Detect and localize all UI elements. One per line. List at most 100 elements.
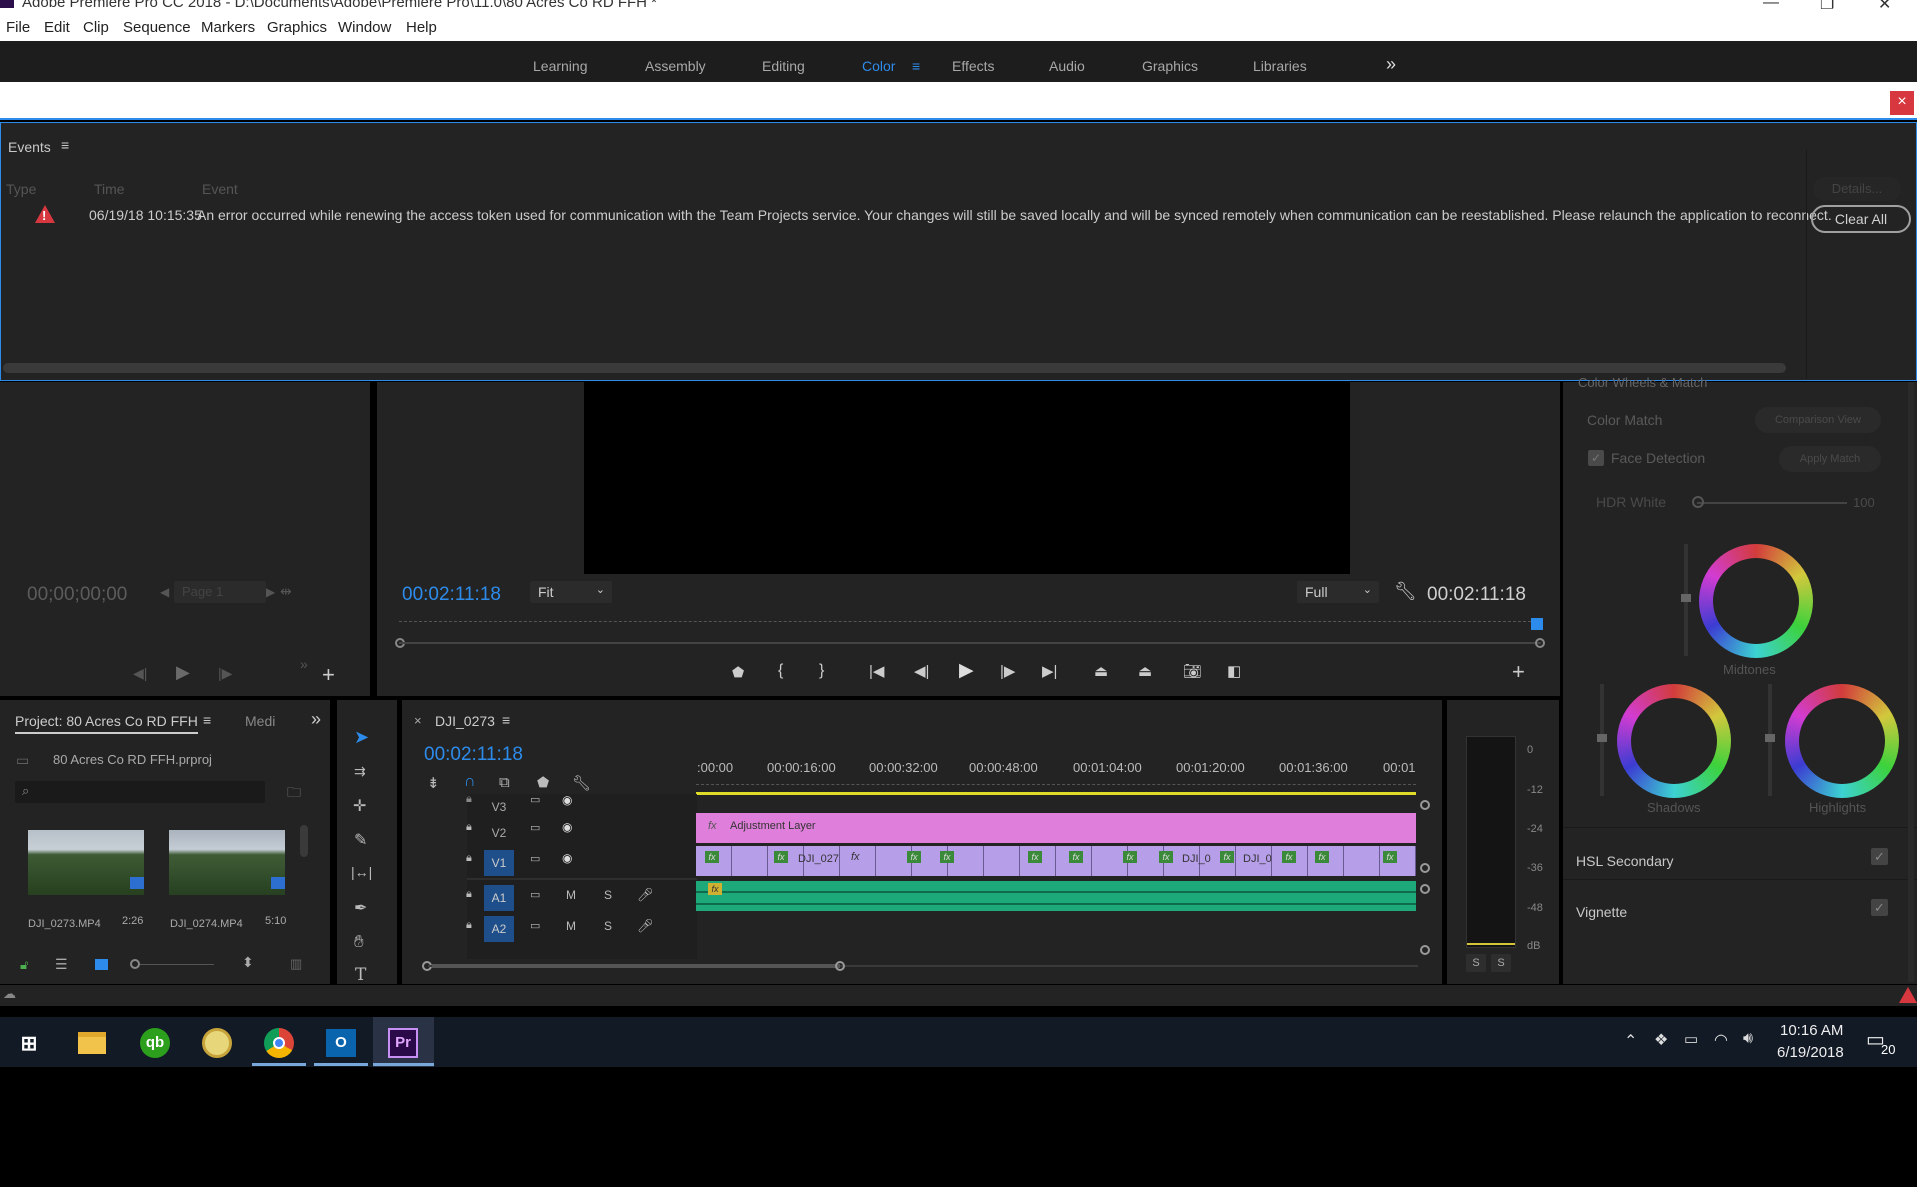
scrub-end-handle[interactable] bbox=[1535, 638, 1545, 648]
track-v1[interactable]: V1 bbox=[484, 850, 514, 876]
program-timecode-left[interactable]: 00:02:11:18 bbox=[402, 584, 501, 606]
source-step-back-icon[interactable]: ◀| bbox=[133, 665, 147, 682]
lock-icon[interactable]: 🔒︎ bbox=[466, 821, 472, 834]
zoom-slider-handle[interactable] bbox=[130, 959, 140, 969]
cloud-sync-icon[interactable]: ☁ bbox=[3, 986, 16, 1002]
hsl-secondary-section[interactable]: HSL Secondary bbox=[1576, 853, 1674, 869]
event-row[interactable]: 06/19/18 10:15:35 An error occurred whil… bbox=[1, 203, 1832, 225]
new-bin-icon[interactable]: 🗀︎ bbox=[287, 782, 301, 806]
ripple-edit-tool-icon[interactable]: ✛ bbox=[353, 796, 366, 816]
menu-window[interactable]: Window bbox=[338, 19, 391, 36]
wifi-icon[interactable]: ◠ bbox=[1714, 1030, 1728, 1050]
mute-button[interactable]: M bbox=[566, 919, 576, 933]
lock-icon[interactable]: 🔒︎ bbox=[466, 852, 472, 865]
solo-button[interactable]: S bbox=[604, 919, 612, 933]
timeline-timecode[interactable]: 00:02:11:18 bbox=[424, 744, 523, 766]
hsl-secondary-checkbox[interactable]: ✓ bbox=[1871, 848, 1888, 865]
toggle-sync-icon[interactable]: ▭ bbox=[530, 852, 540, 865]
program-add-button-icon[interactable]: + bbox=[1512, 659, 1525, 685]
midtones-slider-handle[interactable] bbox=[1681, 594, 1691, 602]
page-next-icon[interactable]: ▶ bbox=[266, 585, 275, 599]
clip-thumbnail[interactable] bbox=[169, 830, 285, 895]
source-add-button-icon[interactable]: + bbox=[322, 662, 335, 688]
vignette-section[interactable]: Vignette bbox=[1576, 904, 1627, 920]
comparison-view-icon[interactable]: ◧ bbox=[1227, 662, 1241, 680]
mute-button[interactable]: M bbox=[566, 888, 576, 902]
battery-icon[interactable]: ▭ bbox=[1684, 1030, 1698, 1048]
midtones-wheel[interactable] bbox=[1699, 544, 1813, 658]
v1-clips[interactable]: fx fx DJI_027 fx fx fx fx fx fx fx DJI_0… bbox=[696, 846, 1416, 876]
menu-graphics[interactable]: Graphics bbox=[267, 19, 327, 36]
track-v2[interactable]: V2 bbox=[479, 820, 519, 846]
clip-thumbnail[interactable] bbox=[28, 830, 144, 895]
lumetri-scrollbar[interactable] bbox=[1908, 382, 1914, 982]
snap-icon[interactable]: ∩ bbox=[464, 773, 476, 791]
media-browser-tab[interactable]: Medi bbox=[245, 713, 275, 729]
workspace-audio[interactable]: Audio bbox=[1049, 58, 1085, 74]
workspace-effects[interactable]: Effects bbox=[952, 58, 995, 74]
add-marker-icon[interactable]: ⬟ bbox=[732, 664, 744, 681]
premiere-pro-icon[interactable]: Pr bbox=[386, 1026, 420, 1060]
sequence-menu-icon[interactable]: ≡ bbox=[502, 712, 510, 728]
lock-icon[interactable]: 🔒︎ bbox=[466, 793, 472, 806]
microphone-icon[interactable]: 🎤︎ bbox=[637, 918, 654, 934]
color-wheels-section-title[interactable]: Color Wheels & Match bbox=[1578, 375, 1707, 390]
face-detection-checkbox[interactable]: ✓ bbox=[1588, 450, 1604, 466]
track-a2[interactable]: A2 bbox=[484, 916, 514, 942]
project-search-input[interactable] bbox=[15, 781, 265, 803]
go-to-in-icon[interactable]: |◀ bbox=[869, 662, 884, 680]
toggle-sync-icon[interactable]: ▭ bbox=[530, 919, 540, 932]
scrub-bar[interactable] bbox=[399, 642, 1541, 644]
automate-icon[interactable]: ▥ bbox=[290, 956, 302, 972]
extract-icon[interactable]: ⏏ bbox=[1138, 662, 1152, 680]
workspace-color[interactable]: Color bbox=[862, 58, 895, 74]
close-window-icon[interactable]: ✕ bbox=[1878, 0, 1891, 12]
camera-icon[interactable]: 📷︎ bbox=[1183, 662, 1202, 680]
clear-all-button[interactable]: Clear All bbox=[1811, 205, 1911, 233]
track-v3[interactable]: V3 bbox=[479, 794, 519, 820]
timeline-settings-icon[interactable]: 🔧︎ bbox=[572, 774, 591, 792]
zoom-slider[interactable] bbox=[140, 964, 214, 965]
project-scrollbar[interactable] bbox=[300, 825, 308, 857]
selection-tool-icon[interactable]: ➤ bbox=[354, 727, 369, 748]
workspace-learning[interactable]: Learning bbox=[533, 58, 588, 74]
source-play-icon[interactable]: ▶ bbox=[176, 662, 190, 683]
video-track-scroll-handle[interactable] bbox=[1420, 800, 1430, 810]
go-to-out-icon[interactable]: ▶| bbox=[1042, 662, 1057, 680]
sort-icon[interactable]: ⬍ bbox=[242, 954, 254, 971]
timeline-zoom-end-handle[interactable] bbox=[835, 961, 845, 971]
page-jump-icon[interactable]: ⇹ bbox=[280, 583, 292, 600]
apply-match-button[interactable]: Apply Match bbox=[1779, 446, 1881, 472]
app-face-icon[interactable] bbox=[200, 1026, 234, 1060]
adjustment-layer-clip[interactable]: fx Adjustment Layer bbox=[696, 813, 1416, 843]
source-timecode[interactable]: 00;00;00;00 bbox=[27, 584, 127, 606]
file-explorer-icon[interactable] bbox=[75, 1026, 109, 1060]
toggle-sync-icon[interactable]: ▭ bbox=[530, 793, 540, 806]
windows-start-icon[interactable]: ⊞ bbox=[12, 1026, 46, 1060]
details-button[interactable]: Details... bbox=[1813, 177, 1901, 201]
source-step-forward-icon[interactable]: |▶ bbox=[218, 665, 232, 682]
list-view-icon[interactable]: ☰ bbox=[55, 956, 68, 973]
source-overflow-icon[interactable]: » bbox=[300, 656, 308, 672]
workspace-overflow-icon[interactable]: » bbox=[1386, 54, 1396, 75]
mark-out-icon[interactable]: } bbox=[819, 662, 824, 680]
warning-icon[interactable] bbox=[1899, 987, 1917, 1003]
taskbar-time[interactable]: 10:16 AM bbox=[1780, 1022, 1843, 1039]
workspace-editing[interactable]: Editing bbox=[762, 58, 805, 74]
page-select[interactable]: Page 1 bbox=[174, 581, 266, 603]
hdr-white-slider-handle[interactable] bbox=[1692, 496, 1704, 508]
audio-track-scroll-handle[interactable] bbox=[1420, 945, 1430, 955]
toggle-sync-icon[interactable]: ▭ bbox=[530, 821, 540, 834]
volume-icon[interactable]: 🔊︎ bbox=[1743, 1030, 1753, 1048]
outlook-icon[interactable]: O bbox=[324, 1026, 358, 1060]
chrome-icon[interactable] bbox=[262, 1026, 296, 1060]
highlights-slider-handle[interactable] bbox=[1765, 734, 1775, 742]
menu-help[interactable]: Help bbox=[406, 19, 437, 36]
solo-button[interactable]: S bbox=[604, 888, 612, 902]
zoom-select[interactable]: Fit ⌄ bbox=[530, 581, 612, 603]
taskbar-date[interactable]: 6/19/2018 bbox=[1777, 1044, 1844, 1061]
project-tab[interactable]: Project: 80 Acres Co RD FFH bbox=[15, 713, 198, 734]
lift-icon[interactable]: ⏏ bbox=[1094, 662, 1108, 680]
show-hidden-icons-icon[interactable]: ⌃ bbox=[1624, 1031, 1637, 1051]
page-prev-icon[interactable]: ◀ bbox=[160, 585, 169, 599]
